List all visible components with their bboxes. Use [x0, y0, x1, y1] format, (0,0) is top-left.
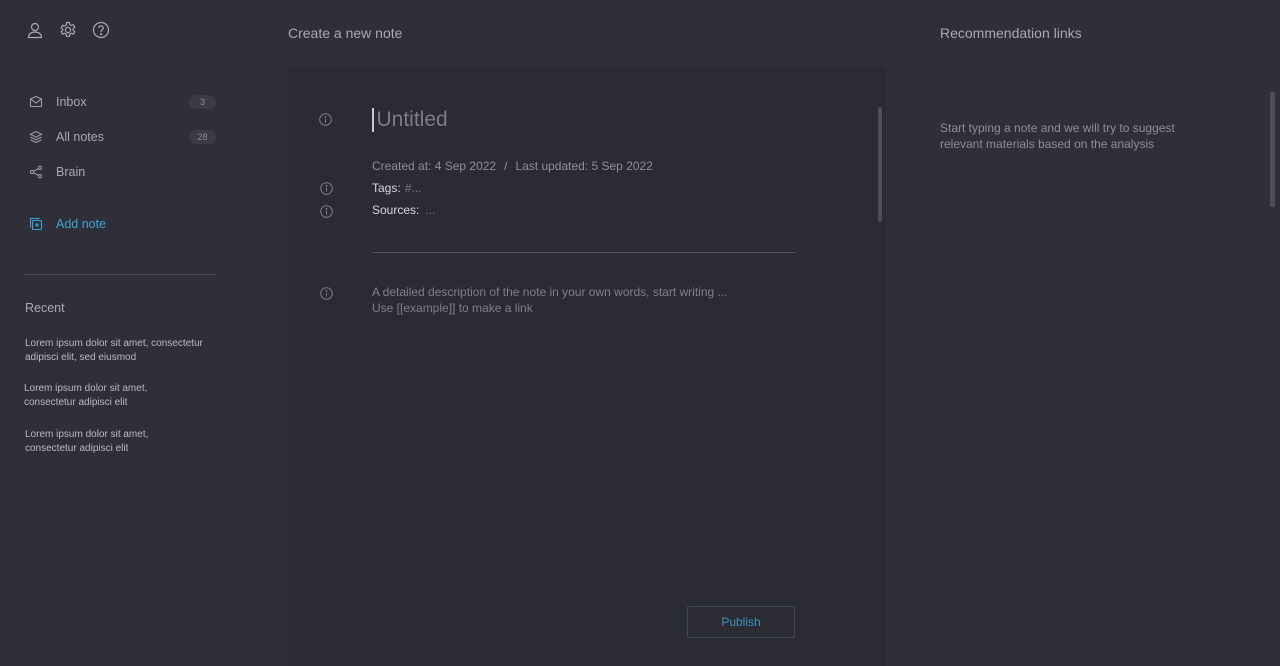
sidebar-divider [24, 274, 216, 275]
sources-label: Sources: [372, 203, 420, 217]
info-icon[interactable] [320, 205, 333, 218]
sidebar-item-label: All notes [56, 130, 104, 144]
inbox-icon [29, 95, 43, 109]
layers-icon [29, 130, 43, 144]
count-badge: 28 [189, 130, 216, 144]
count-badge: 3 [189, 95, 216, 109]
settings-icon[interactable] [59, 21, 77, 39]
tags-field[interactable]: Tags: #... [372, 181, 421, 195]
sidebar-item-label: Brain [56, 165, 86, 179]
add-note-label: Add note [56, 217, 107, 231]
publish-button[interactable]: Publish [687, 606, 795, 638]
sidebar-item-label: Inbox [56, 95, 87, 109]
user-icon[interactable] [26, 21, 44, 39]
info-icon[interactable] [320, 287, 333, 300]
note-editor: Untitled Created at: 4 Sep 2022 / Last upd… [288, 66, 886, 666]
sidebar-item-brain[interactable]: Brain [24, 160, 216, 184]
tags-placeholder: #... [404, 181, 422, 195]
recent-item[interactable]: Lorem ipsum dolor sit amet, consectetur … [24, 382, 164, 410]
recent-item[interactable]: Lorem ipsum dolor sit amet, consectetur … [25, 337, 215, 365]
add-note-icon [29, 217, 43, 231]
description-input[interactable]: A detailed description of the note in yo… [372, 284, 728, 316]
text-caret [372, 108, 374, 132]
created-at: Created at: 4 Sep 2022 [372, 159, 497, 173]
meta-separator: / [504, 159, 508, 173]
app-window: Inbox 3 All notes 28 Brain Add note Rece… [0, 0, 1280, 666]
note-meta: Created at: 4 Sep 2022 / Last updated: 5 S… [372, 159, 653, 173]
add-note-button[interactable]: Add note [29, 217, 106, 231]
last-updated: Last updated: 5 Sep 2022 [515, 159, 653, 173]
sidebar-nav: Inbox 3 All notes 28 Brain [24, 90, 216, 195]
sources-placeholder: ... [425, 203, 436, 217]
editor-scrollbar[interactable] [878, 107, 882, 222]
sidebar-item-inbox[interactable]: Inbox 3 [24, 90, 216, 114]
sidebar-item-all-notes[interactable]: All notes 28 [24, 125, 216, 149]
info-icon[interactable] [320, 182, 333, 195]
recommendations-empty-text: Start typing a note and we will try to s… [940, 121, 1175, 151]
fields-divider [372, 252, 796, 253]
share-graph-icon [29, 165, 43, 179]
info-icon[interactable] [319, 113, 332, 126]
recommendations-title: Recommendation links [940, 25, 1082, 41]
tags-label: Tags: [372, 181, 401, 195]
recent-title: Recent [25, 301, 65, 315]
help-icon[interactable] [92, 21, 110, 39]
sources-field[interactable]: Sources:... [372, 203, 435, 217]
title-placeholder: Untitled [376, 108, 448, 131]
note-title-input[interactable]: Untitled [372, 106, 448, 134]
recent-item[interactable]: Lorem ipsum dolor sit amet, consectetur … [25, 428, 165, 456]
description-placeholder: A detailed description of the note in yo… [372, 285, 728, 299]
recommendations-scrollbar[interactable] [1270, 92, 1275, 207]
description-hint: Use [[example]] to make a link [372, 301, 533, 315]
page-title: Create a new note [288, 25, 403, 41]
top-toolbar [26, 21, 110, 39]
